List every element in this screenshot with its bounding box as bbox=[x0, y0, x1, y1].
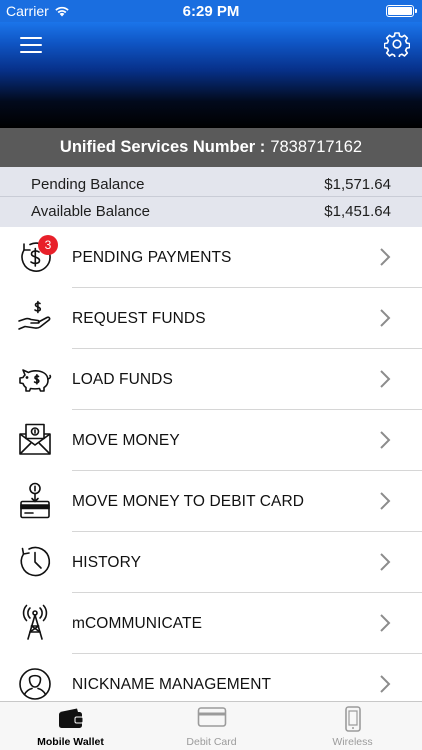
tab-bar: Mobile Wallet Debit Card Wireless bbox=[0, 701, 422, 750]
hamburger-menu-button[interactable] bbox=[20, 37, 42, 53]
tab-label: Mobile Wallet bbox=[37, 736, 104, 748]
status-bar: Carrier 6:29 PM bbox=[0, 0, 422, 22]
menu-item-label: PENDING PAYMENTS bbox=[72, 249, 232, 266]
chevron-right-icon bbox=[380, 492, 391, 510]
clock-history-icon bbox=[16, 543, 54, 581]
menu-item-label: NICKNAME MANAGEMENT bbox=[72, 676, 272, 693]
tab-mobile-wallet[interactable]: Mobile Wallet bbox=[0, 702, 141, 750]
usn-value: 7838717162 bbox=[270, 138, 363, 156]
envelope-money-icon bbox=[16, 421, 54, 459]
tab-wireless[interactable]: Wireless bbox=[282, 702, 422, 750]
app-header bbox=[0, 22, 422, 128]
piggy-bank-icon bbox=[16, 360, 54, 398]
user-profile-icon bbox=[16, 665, 54, 701]
chevron-right-icon bbox=[380, 553, 391, 571]
card-icon bbox=[197, 707, 226, 727]
usn-label: Unified Services Number : bbox=[59, 138, 266, 156]
battery-icon bbox=[386, 5, 417, 17]
menu-item-load-funds[interactable]: LOAD FUNDS bbox=[0, 349, 422, 410]
tab-label: Debit Card bbox=[186, 736, 237, 748]
menu-item-history[interactable]: HISTORY bbox=[0, 532, 422, 593]
menu-item-nickname-management[interactable]: NICKNAME MANAGEMENT bbox=[0, 654, 422, 701]
menu-item-label: mCOMMUNICATE bbox=[72, 615, 203, 632]
unified-services-number-bar: Unified Services Number : 7838717162 bbox=[0, 128, 422, 167]
chevron-right-icon bbox=[380, 309, 391, 327]
menu-item-label: HISTORY bbox=[72, 554, 142, 571]
antenna-icon bbox=[16, 604, 54, 642]
menu-item-label: LOAD FUNDS bbox=[72, 371, 173, 388]
balance-summary: Pending Balance $1,571.64 Available Bala… bbox=[0, 167, 422, 227]
phone-icon bbox=[344, 706, 361, 732]
available-balance-amount: $1,451.64 bbox=[324, 202, 391, 220]
menu-item-move-money-to-debit-card[interactable]: MOVE MONEY TO DEBIT CARD bbox=[0, 471, 422, 532]
card-transfer-icon bbox=[16, 482, 54, 520]
pending-balance-row: Pending Balance $1,571.64 bbox=[0, 169, 422, 199]
hand-dollar-icon bbox=[16, 299, 54, 337]
pending-balance-amount: $1,571.64 bbox=[324, 175, 391, 193]
chevron-right-icon bbox=[380, 248, 391, 266]
available-balance-row: Available Balance $1,451.64 bbox=[0, 196, 422, 226]
pending-count-badge: 3 bbox=[38, 235, 58, 255]
menu-item-label: MOVE MONEY TO DEBIT CARD bbox=[72, 493, 305, 510]
wallet-icon bbox=[58, 708, 83, 728]
chevron-right-icon bbox=[380, 431, 391, 449]
pending-balance-label: Pending Balance bbox=[31, 175, 145, 193]
clock: 6:29 PM bbox=[182, 3, 240, 20]
chevron-right-icon bbox=[380, 614, 391, 632]
action-menu: 3 PENDING PAYMENTS REQUEST FUNDS LOAD FU… bbox=[0, 227, 422, 701]
menu-item-pending-payments[interactable]: 3 PENDING PAYMENTS bbox=[0, 227, 422, 288]
tab-debit-card[interactable]: Debit Card bbox=[141, 702, 282, 750]
gear-icon[interactable] bbox=[384, 31, 410, 57]
chevron-right-icon bbox=[380, 675, 391, 693]
available-balance-label: Available Balance bbox=[31, 202, 150, 220]
tab-label: Wireless bbox=[332, 736, 373, 748]
menu-item-request-funds[interactable]: REQUEST FUNDS bbox=[0, 288, 422, 349]
menu-item-label: REQUEST FUNDS bbox=[72, 310, 206, 327]
menu-item-label: MOVE MONEY bbox=[72, 432, 180, 449]
menu-item-move-money[interactable]: MOVE MONEY bbox=[0, 410, 422, 471]
chevron-right-icon bbox=[380, 370, 391, 388]
menu-item-mcommunicate[interactable]: mCOMMUNICATE bbox=[0, 593, 422, 654]
